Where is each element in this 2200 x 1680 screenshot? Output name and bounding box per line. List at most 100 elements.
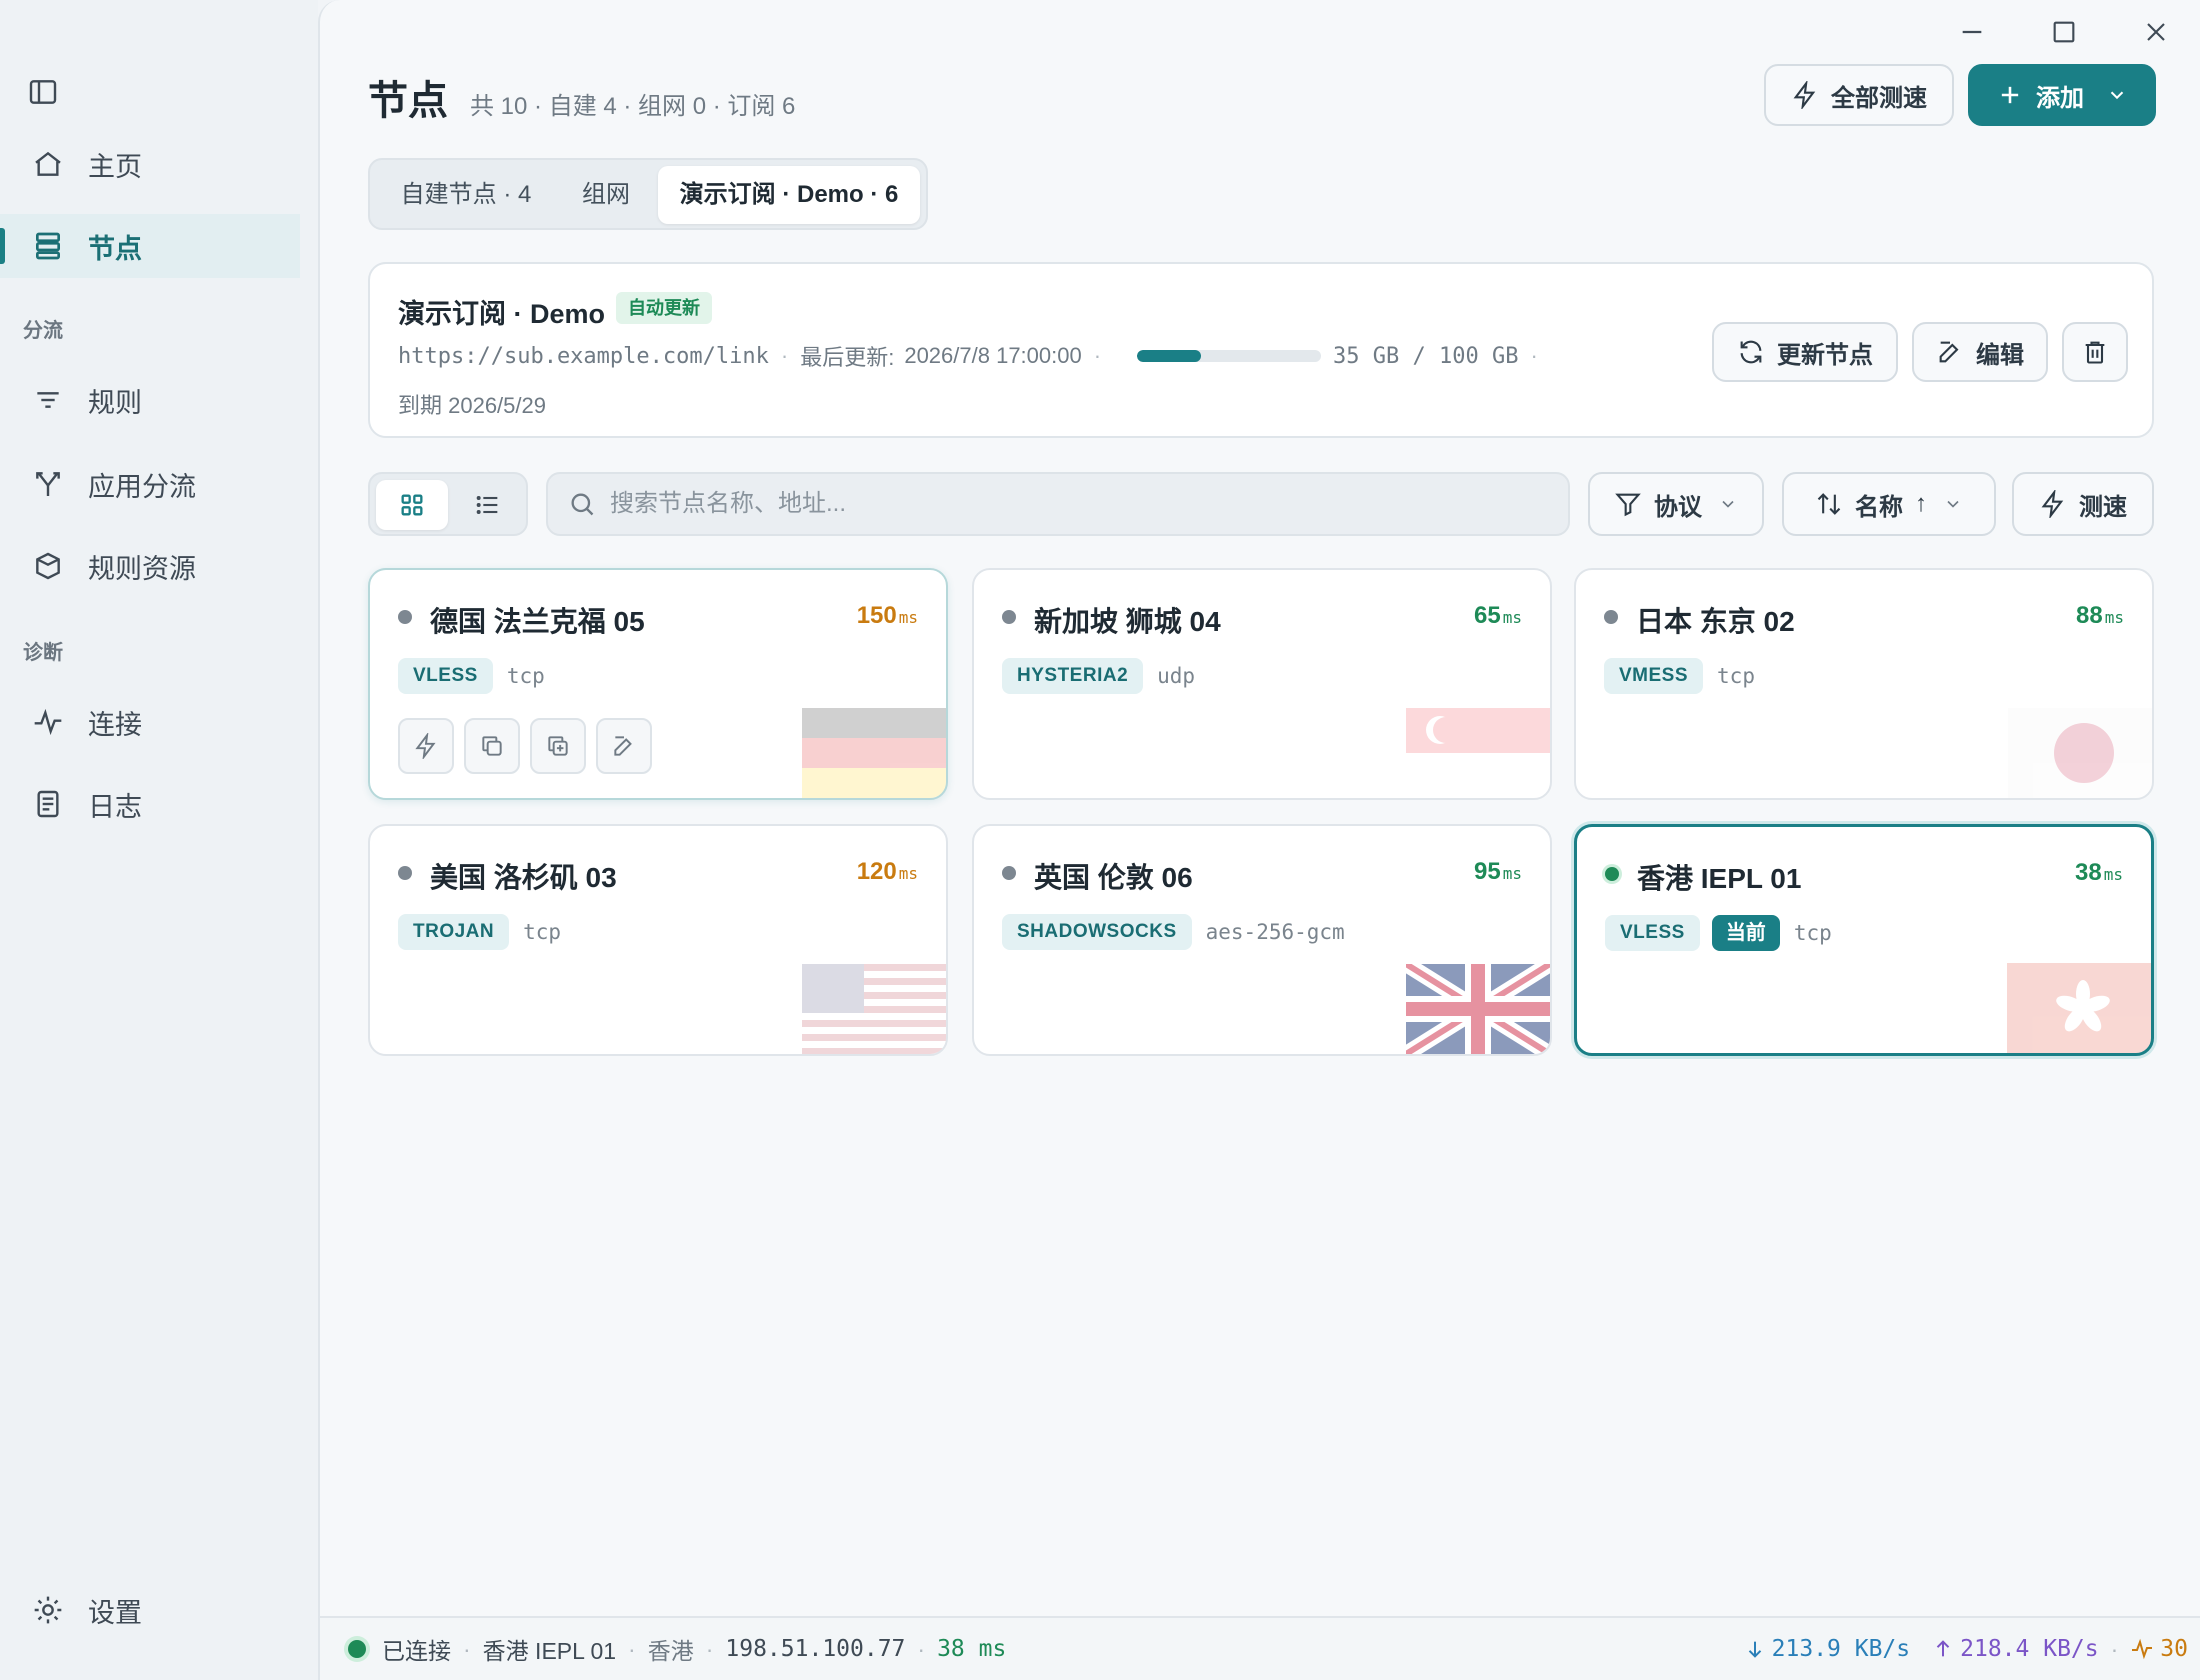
view-toggle xyxy=(368,472,528,536)
speedtest-all-label: 全部测速 xyxy=(1831,84,1927,112)
sidebar-item-app-routing[interactable]: 应用分流 xyxy=(0,452,300,516)
main-panel: 节点 共 10 · 自建 4 · 组网 0 · 订阅 6 全部测速 添加 自建节… xyxy=(318,0,2200,1680)
sidebar-toggle-icon[interactable] xyxy=(27,76,59,108)
protocol-badge: VMESS xyxy=(1604,658,1704,694)
upload-arrow-icon xyxy=(1932,1638,1954,1660)
sort-dropdown[interactable]: 名称 ↑ xyxy=(1782,472,1996,536)
current-latency: 38 ms xyxy=(937,1636,1007,1662)
status-dot xyxy=(1605,867,1619,881)
refresh-icon xyxy=(1737,338,1765,366)
tab-self-hosted[interactable]: 自建节点 · 4 xyxy=(386,166,546,224)
protocol-filter-dropdown[interactable]: 协议 xyxy=(1588,472,1764,536)
node-card-current[interactable]: 香港 IEPL 01 38 ms VLESS 当前 tcp xyxy=(1574,824,2154,1056)
status-dot xyxy=(1002,866,1016,880)
download-arrow-icon xyxy=(1744,1638,1766,1660)
sidebar-item-label: 应用分流 xyxy=(88,471,196,502)
node-card[interactable]: 英国 伦敦 06 95 ms SHADOWSOCKS aes-256-gcm xyxy=(972,824,1552,1056)
last-update-time: 2026/7/8 17:00:00 xyxy=(904,343,1082,368)
page-title: 节点 xyxy=(368,79,448,123)
upload-speed: 218.4 KB/s xyxy=(1960,1636,2099,1662)
sidebar-item-label: 连接 xyxy=(88,709,142,740)
sort-direction: ↑ xyxy=(1915,490,1927,517)
package-icon xyxy=(32,550,64,582)
home-icon xyxy=(32,148,64,180)
delete-subscription-button[interactable] xyxy=(2062,322,2128,382)
add-label: 添加 xyxy=(2036,84,2084,112)
status-dot xyxy=(398,866,412,880)
transport-label: udp xyxy=(1157,664,1196,688)
update-nodes-button[interactable]: 更新节点 xyxy=(1712,322,1898,382)
transport-label: tcp xyxy=(506,664,545,688)
node-edit-button[interactable] xyxy=(596,718,652,774)
sidebar-item-rules[interactable]: 规则 xyxy=(0,368,300,432)
sidebar-item-logs[interactable]: 日志 xyxy=(0,772,300,836)
node-name: 香港 IEPL 01 xyxy=(1637,863,1802,894)
subscription-name: 演示订阅 · Demo xyxy=(398,299,606,329)
transport-label: tcp xyxy=(1793,921,1832,945)
japan-flag-icon xyxy=(2008,708,2152,798)
sort-label: 名称 xyxy=(1855,493,1903,521)
transport-label: tcp xyxy=(523,920,562,944)
connection-state: 已连接 xyxy=(382,1638,451,1664)
edit-subscription-button[interactable]: 编辑 xyxy=(1912,322,2048,382)
tab-mesh[interactable]: 组网 xyxy=(554,166,658,224)
log-icon xyxy=(32,788,64,820)
sidebar-item-settings[interactable]: 设置 xyxy=(0,1578,300,1642)
sidebar-item-connections[interactable]: 连接 xyxy=(0,690,300,754)
maximize-icon[interactable] xyxy=(2048,16,2080,48)
search-input[interactable] xyxy=(610,490,1510,518)
node-source-tabs: 自建节点 · 4 组网 演示订阅 · Demo · 6 xyxy=(368,158,928,230)
node-card[interactable]: 美国 洛杉矶 03 120 ms TROJAN tcp xyxy=(368,824,948,1056)
node-card[interactable]: 日本 东京 02 88 ms VMESS tcp xyxy=(1574,568,2154,800)
node-card[interactable]: 德国 法兰克福 05 150 ms VLESS tcp xyxy=(368,568,948,800)
node-name: 德国 法兰克福 05 xyxy=(430,606,645,637)
grid-view-button[interactable] xyxy=(376,480,448,530)
current-node: 香港 IEPL 01 xyxy=(482,1638,617,1664)
lightning-icon xyxy=(2039,490,2067,518)
current-region: 香港 xyxy=(647,1638,694,1664)
protocol-badge: VLESS xyxy=(1605,915,1700,951)
close-icon[interactable] xyxy=(2140,16,2172,48)
page-summary: 共 10 · 自建 4 · 组网 0 · 订阅 6 xyxy=(470,93,796,120)
transport-label: aes-256-gcm xyxy=(1205,920,1345,944)
subscription-meta: https://sub.example.com/link · 最后更新: 202… xyxy=(398,340,1550,372)
sidebar-item-label: 节点 xyxy=(88,233,142,264)
node-duplicate-button[interactable] xyxy=(530,718,586,774)
section-diagnostics: 诊断 xyxy=(23,642,63,664)
list-view-button[interactable] xyxy=(452,480,524,530)
connections-activity-icon xyxy=(2130,1637,2154,1661)
filter-lines-icon xyxy=(32,384,64,416)
activity-icon xyxy=(32,706,64,738)
edit-icon xyxy=(611,733,637,759)
speedtest-all-button[interactable]: 全部测速 xyxy=(1764,64,1954,126)
search-icon xyxy=(568,490,596,518)
update-nodes-label: 更新节点 xyxy=(1777,341,1873,369)
uk-flag-icon xyxy=(1406,964,1550,1054)
auto-update-badge: 自动更新 xyxy=(616,292,712,324)
transport-label: tcp xyxy=(1717,664,1755,688)
sidebar-item-label: 规则 xyxy=(88,387,142,418)
node-card[interactable]: 新加坡 狮城 04 65 ms HYSTERIA2 udp xyxy=(972,568,1552,800)
download-speed: 213.9 KB/s xyxy=(1771,1636,1911,1662)
usa-flag-icon xyxy=(802,964,946,1054)
server-icon xyxy=(32,230,64,262)
node-name: 新加坡 狮城 04 xyxy=(1034,606,1221,637)
sidebar-item-home[interactable]: 主页 xyxy=(0,132,300,196)
node-name: 美国 洛杉矶 03 xyxy=(430,862,617,893)
sidebar-item-nodes[interactable]: 节点 xyxy=(0,214,300,278)
lightning-icon xyxy=(1791,81,1819,109)
grid-icon xyxy=(398,491,426,519)
node-copy-button[interactable] xyxy=(464,718,520,774)
subscription-card: 演示订阅 · Demo 自动更新 https://sub.example.com… xyxy=(368,262,2154,438)
chevron-down-icon xyxy=(2106,84,2128,106)
add-button[interactable]: 添加 xyxy=(1968,64,2156,126)
node-speedtest-button[interactable] xyxy=(398,718,454,774)
sidebar: 主页 节点 分流 规则 应用分流 规则资源 诊断 连接 日志 设置 xyxy=(0,0,318,1680)
usage-progress-bar xyxy=(1137,350,1322,362)
tab-demo-subscription[interactable]: 演示订阅 · Demo · 6 xyxy=(658,166,920,224)
status-bar: 已连接 · 香港 IEPL 01 · 香港 · 198.51.100.77 · … xyxy=(320,1616,2200,1680)
sidebar-item-rule-resources[interactable]: 规则资源 xyxy=(0,534,300,598)
node-latency: 88 ms xyxy=(2076,602,2124,629)
minimize-icon[interactable] xyxy=(1956,16,1988,48)
speedtest-button[interactable]: 测速 xyxy=(2012,472,2154,536)
